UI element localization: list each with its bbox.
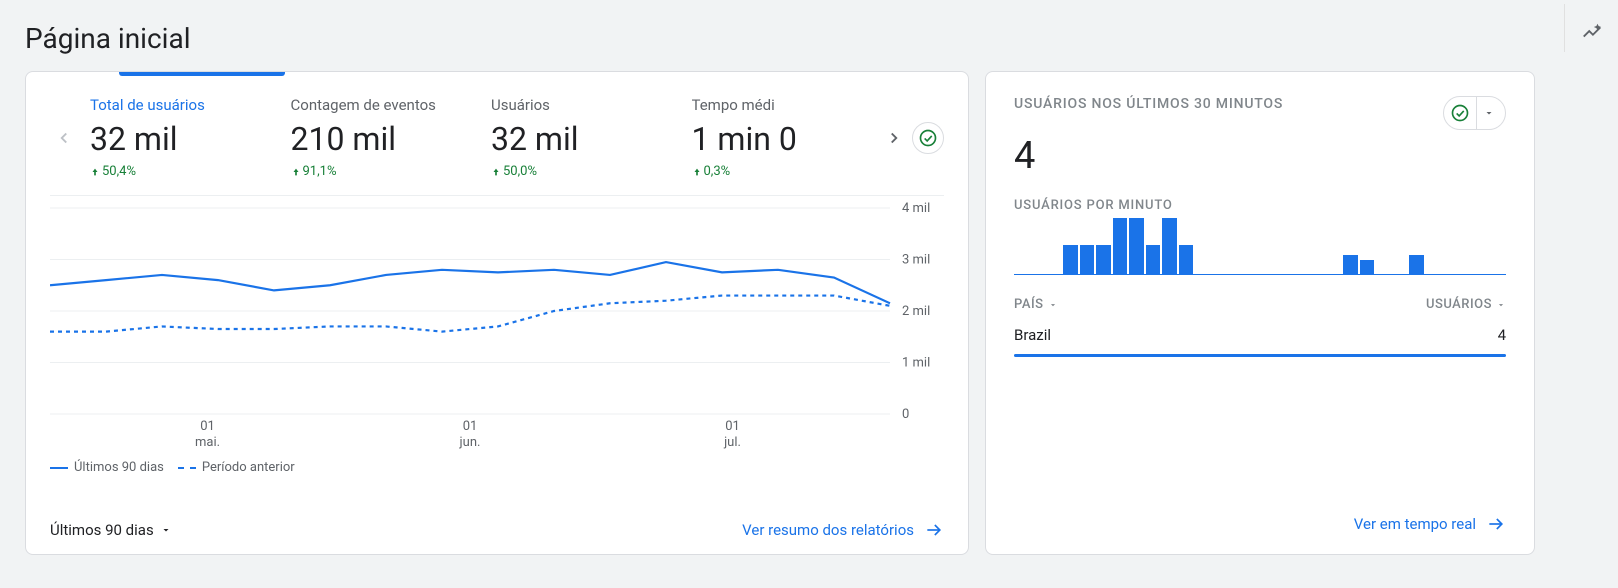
metrics-next-button[interactable]	[880, 124, 908, 152]
metric-delta: 91,1%	[291, 164, 468, 179]
overview-chart: 4 mil3 mil2 mil1 mil001mai.01jun.01jul.	[26, 196, 968, 454]
svg-text:3 mil: 3 mil	[902, 253, 930, 268]
svg-text:01: 01	[463, 419, 478, 434]
page-title: Página inicial	[25, 22, 191, 55]
view-reports-link[interactable]: Ver resumo dos relatórios	[742, 520, 944, 540]
country-users: 4	[1498, 326, 1506, 344]
active-tab-indicator	[119, 72, 285, 76]
realtime-users-value: 4	[1014, 134, 1506, 178]
metric-label: Tempo médi	[692, 96, 869, 114]
view-realtime-link[interactable]: Ver em tempo real	[1354, 514, 1506, 534]
metrics-prev-button	[50, 124, 78, 152]
svg-text:jun.: jun.	[459, 435, 481, 450]
svg-text:0: 0	[902, 407, 909, 422]
chevron-down-icon[interactable]	[1476, 97, 1501, 129]
metric-delta: 0,3%	[692, 164, 869, 179]
realtime-title: USUÁRIOS NOS ÚLTIMOS 30 MINUTOS	[1014, 96, 1283, 112]
overview-card: Total de usuários 32 mil 50,4% Contagem de …	[25, 71, 969, 555]
metric-value: 210 mil	[291, 120, 468, 158]
svg-text:mai.: mai.	[195, 435, 220, 450]
metric-value: 1 min 0	[692, 120, 869, 158]
insights-icon[interactable]	[1564, 4, 1618, 52]
metric-value: 32 mil	[491, 120, 668, 158]
metric-tab-0[interactable]: Total de usuários 32 mil 50,4%	[78, 96, 279, 179]
country-bar	[1014, 354, 1506, 357]
view-reports-label: Ver resumo dos relatórios	[742, 521, 914, 539]
svg-text:01: 01	[725, 419, 740, 434]
metric-label: Contagem de eventos	[291, 96, 468, 114]
metric-value: 32 mil	[90, 120, 267, 158]
svg-text:2 mil: 2 mil	[902, 304, 930, 319]
svg-text:1 mil: 1 mil	[902, 356, 930, 371]
metric-delta: 50,0%	[491, 164, 668, 179]
date-range-select[interactable]: Últimos 90 dias	[50, 521, 172, 539]
users-column-header[interactable]: USUÁRIOS	[1426, 297, 1506, 312]
realtime-card: USUÁRIOS NOS ÚLTIMOS 30 MINUTOS 4 USUÁRI…	[985, 71, 1535, 555]
date-range-label: Últimos 90 dias	[50, 521, 154, 539]
country-name: Brazil	[1014, 326, 1051, 344]
country-row[interactable]: Brazil 4	[1014, 326, 1506, 344]
metric-label: Usuários	[491, 96, 668, 114]
metric-tab-1[interactable]: Contagem de eventos 210 mil 91,1%	[279, 96, 480, 179]
metric-delta: 50,4%	[90, 164, 267, 179]
data-quality-icon[interactable]	[912, 122, 944, 154]
svg-text:01: 01	[200, 419, 215, 434]
country-column-header[interactable]: PAÍS	[1014, 297, 1058, 312]
chart-legend: Últimos 90 dias Período anterior	[26, 454, 968, 479]
svg-text:jul.: jul.	[723, 435, 741, 450]
view-realtime-label: Ver em tempo real	[1354, 515, 1476, 533]
metric-tab-2[interactable]: Usuários 32 mil 50,0%	[479, 96, 680, 179]
metric-tab-3[interactable]: Tempo médi 1 min 0 0,3%	[680, 96, 881, 179]
users-per-minute-label: USUÁRIOS POR MINUTO	[1014, 198, 1506, 213]
svg-text:4 mil: 4 mil	[902, 202, 930, 216]
users-per-minute-sparkline	[1014, 215, 1506, 275]
legend-previous: Período anterior	[202, 460, 295, 475]
realtime-quality-menu[interactable]	[1443, 96, 1506, 130]
metric-label: Total de usuários	[90, 96, 267, 114]
legend-current: Últimos 90 dias	[74, 460, 164, 475]
